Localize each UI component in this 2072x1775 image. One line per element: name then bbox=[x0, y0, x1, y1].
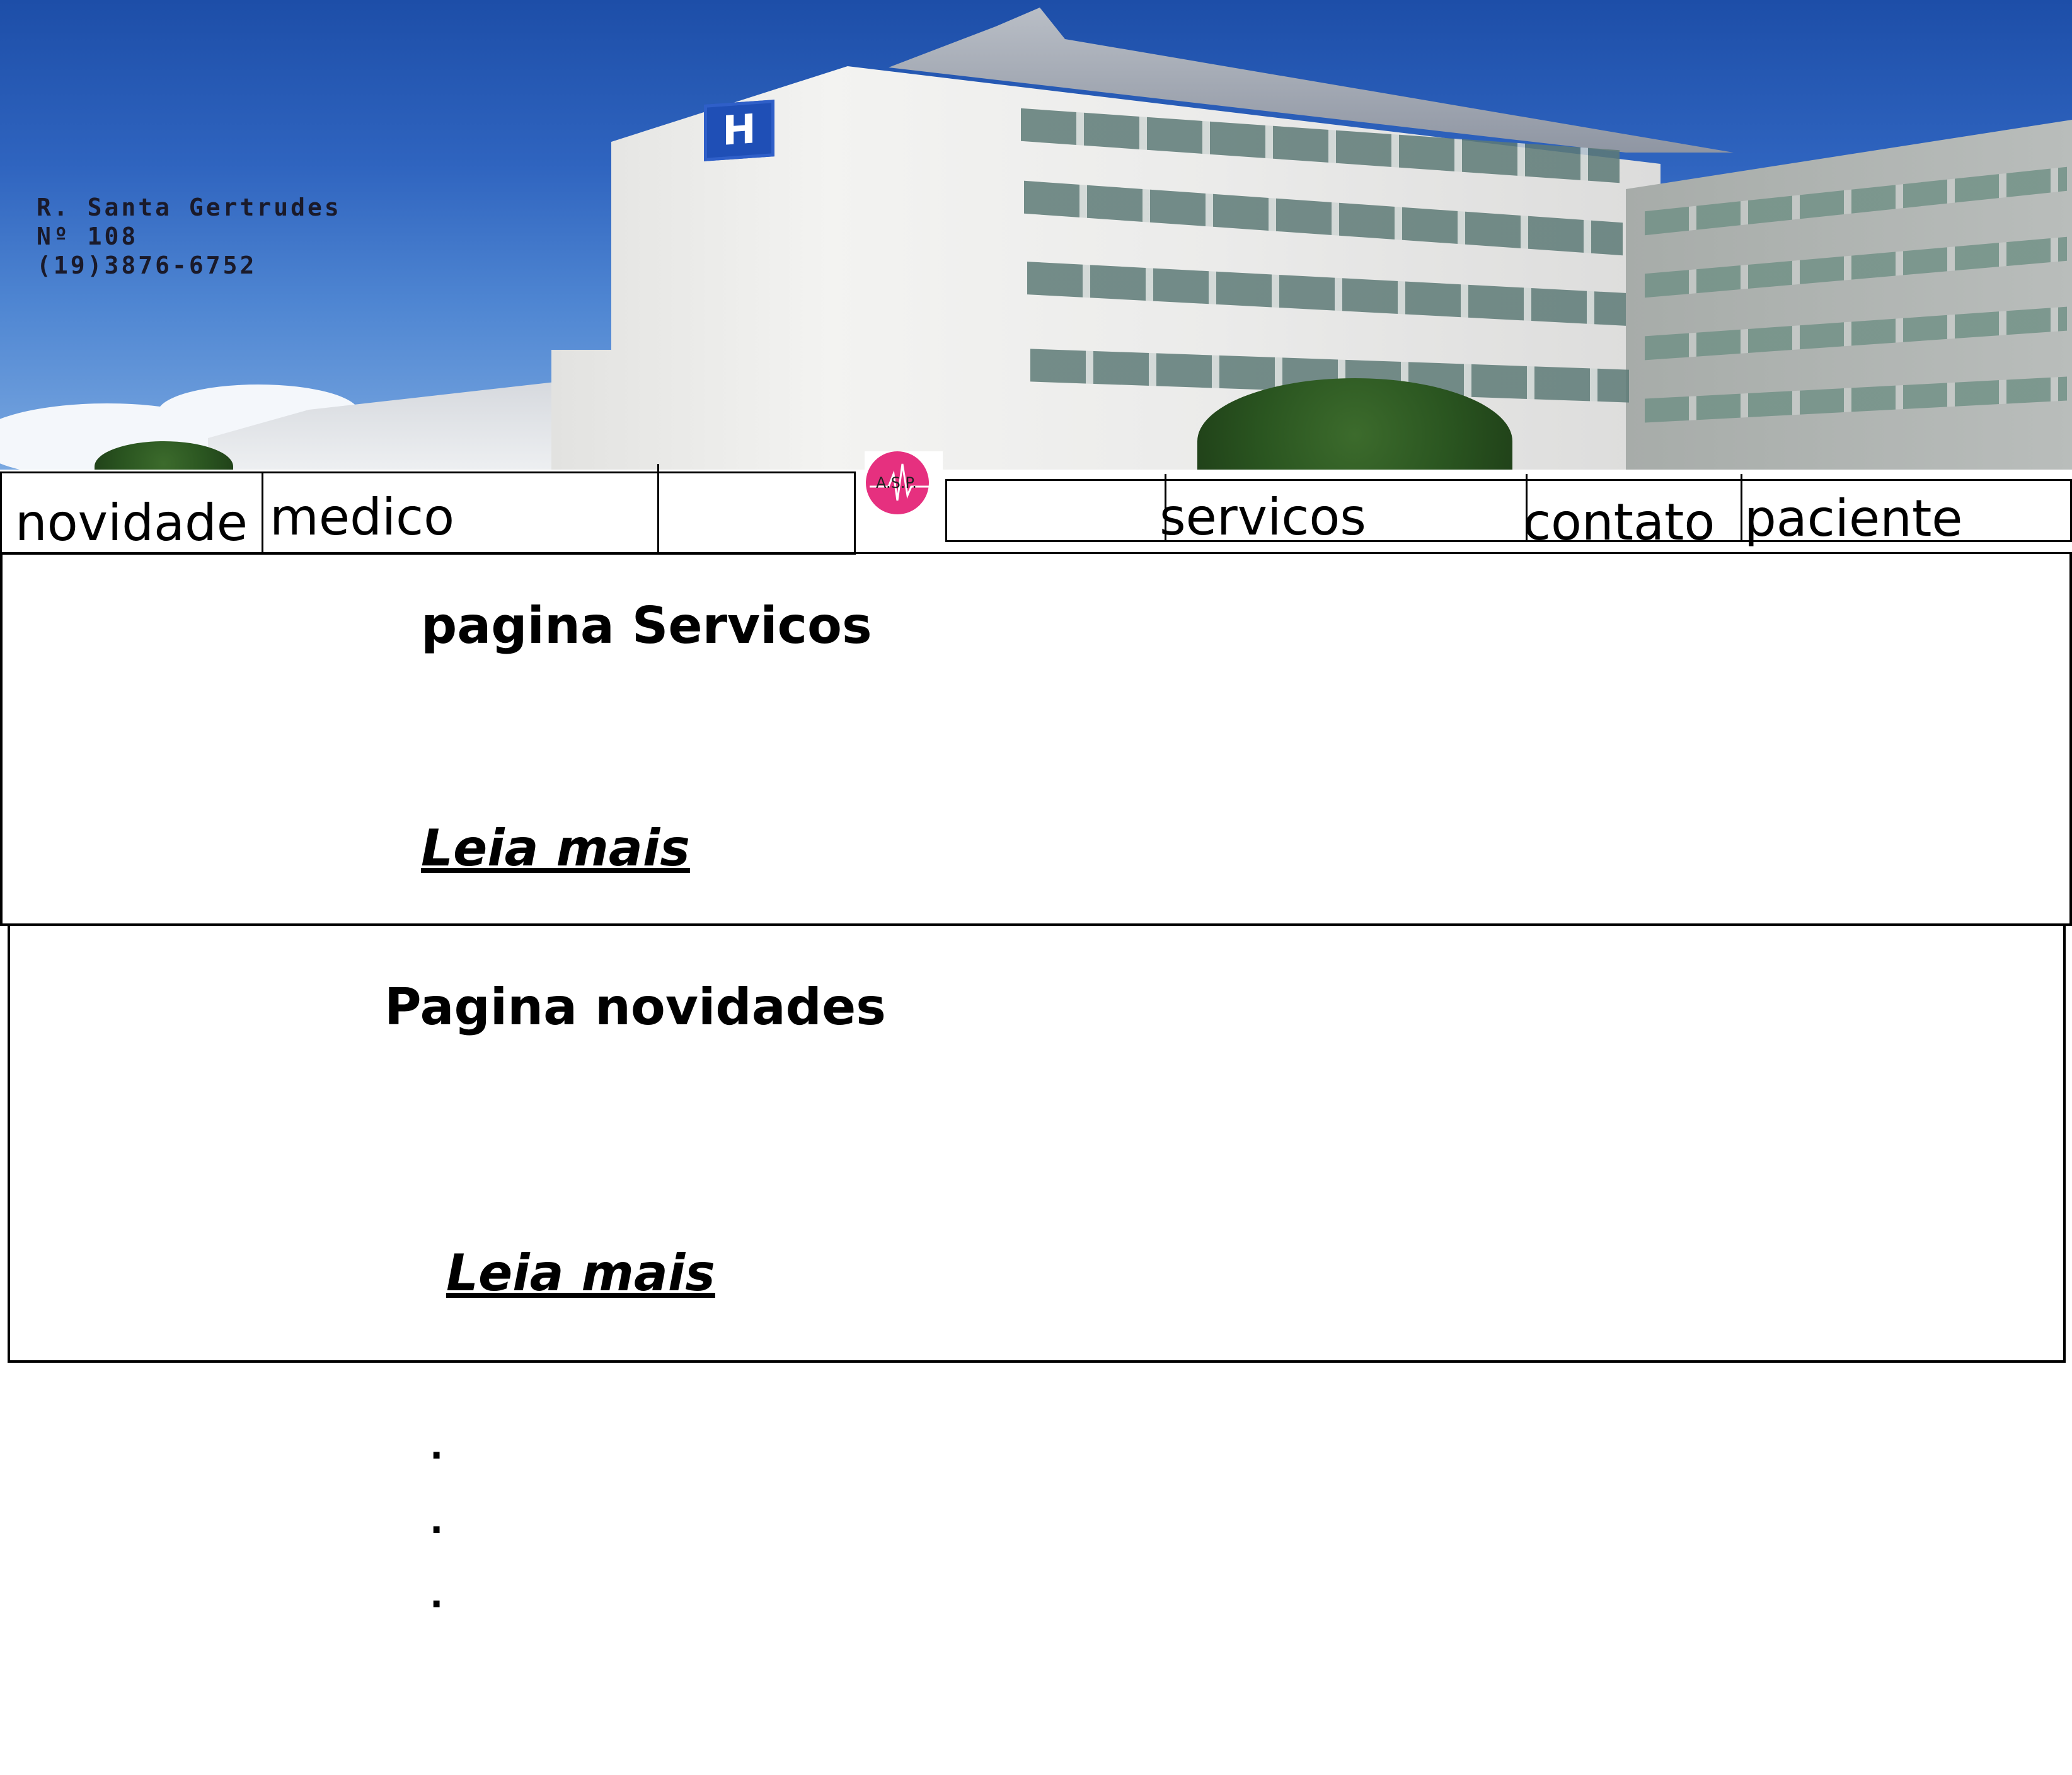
nav-item-contato[interactable]: contato bbox=[1523, 494, 1715, 551]
ellipsis-dot-3: . bbox=[430, 1575, 444, 1616]
nav-item-medico[interactable]: medico bbox=[270, 489, 454, 546]
phone-number: (19)3876-6752 bbox=[37, 252, 257, 279]
asp-logo[interactable]: A.S.P. bbox=[865, 451, 943, 517]
section-novidades-title: Pagina novidades bbox=[384, 978, 886, 1036]
hospital-sign-icon: H bbox=[704, 100, 774, 161]
logo-text: A.S.P. bbox=[876, 474, 917, 492]
novidades-read-more-link[interactable]: Leia mais bbox=[446, 1243, 715, 1304]
ellipsis-dot-2: . bbox=[430, 1501, 444, 1542]
section-servicos bbox=[0, 552, 2072, 926]
address-street: R. Santa Gertrudes bbox=[37, 194, 342, 221]
nav-item-paciente[interactable]: paciente bbox=[1744, 490, 1963, 547]
section-servicos-title: pagina Servicos bbox=[421, 596, 872, 655]
hospital-banner-image: H R. Santa Gertrudes Nº 108 (19)3876-675… bbox=[0, 0, 2072, 470]
address-number: Nº 108 bbox=[37, 223, 139, 250]
address-block: R. Santa Gertrudes Nº 108 (19)3876-6752 bbox=[37, 193, 342, 280]
nav-item-novidade[interactable]: novidade bbox=[15, 495, 248, 552]
nav-item-servicos[interactable]: servicos bbox=[1160, 489, 1366, 546]
section-novidades bbox=[8, 923, 2066, 1363]
servicos-read-more-link[interactable]: Leia mais bbox=[421, 818, 690, 879]
ellipsis-dot-1: . bbox=[430, 1426, 444, 1467]
